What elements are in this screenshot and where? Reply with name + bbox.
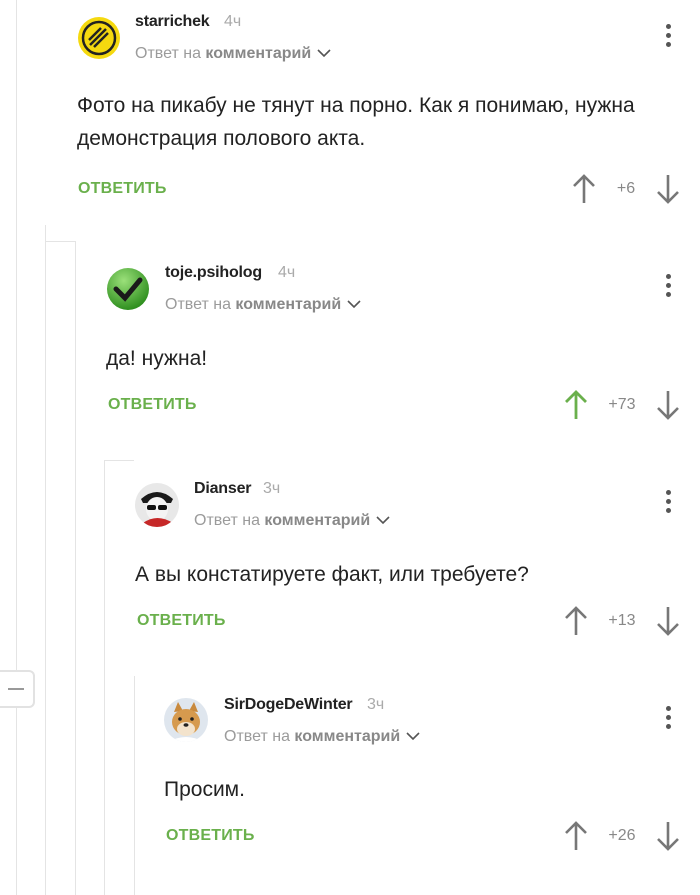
collapse-thread-button[interactable]	[0, 670, 35, 708]
more-options-icon[interactable]	[663, 490, 673, 518]
upvote-arrow-icon[interactable]	[564, 390, 588, 420]
more-options-icon[interactable]	[663, 24, 673, 52]
minus-icon	[8, 688, 24, 690]
comment-time: 3ч	[367, 696, 385, 713]
comment-text: Просим.	[164, 778, 245, 801]
chevron-down-icon	[347, 300, 361, 309]
downvote-arrow-icon[interactable]	[656, 821, 680, 851]
avatar[interactable]	[135, 483, 179, 527]
comment-text: да! нужна!	[106, 347, 208, 370]
upvote-arrow-icon[interactable]	[564, 821, 588, 851]
comment-time: 4ч	[278, 264, 296, 281]
downvote-arrow-icon[interactable]	[656, 174, 680, 204]
more-options-icon[interactable]	[663, 706, 673, 734]
reply-to-link[interactable]: Ответ на комментарий	[135, 45, 331, 63]
comment-rating: +26	[608, 827, 636, 844]
thread-line	[75, 241, 76, 895]
comment-time: 3ч	[263, 480, 281, 497]
user-photo-avatar	[135, 483, 179, 527]
avatar[interactable]	[77, 16, 121, 60]
username[interactable]: SirDogeDeWinter	[224, 696, 353, 714]
upvote-arrow-icon[interactable]	[564, 606, 588, 636]
downvote-arrow-icon[interactable]	[656, 606, 680, 636]
username[interactable]: starrichek	[135, 13, 210, 31]
username[interactable]: Dianser	[194, 480, 251, 498]
comment-rating: +13	[608, 612, 636, 629]
reply-to-link[interactable]: Ответ на комментарий	[165, 296, 361, 314]
reply-to-link[interactable]: Ответ на комментарий	[224, 728, 420, 746]
green-checkmark-icon	[107, 268, 149, 310]
downvote-arrow-icon[interactable]	[656, 390, 680, 420]
avatar[interactable]	[164, 698, 208, 742]
more-options-icon[interactable]	[663, 274, 673, 302]
thread-line	[134, 676, 135, 895]
thread-branch	[104, 460, 134, 461]
reply-to-link[interactable]: Ответ на комментарий	[194, 512, 390, 530]
reply-button[interactable]: ОТВЕТИТЬ	[108, 396, 197, 414]
reply-button[interactable]: ОТВЕТИТЬ	[78, 180, 167, 198]
thread-line	[104, 460, 105, 895]
slashed-circle-logo-icon	[78, 17, 120, 59]
comment-text: А вы констатируете факт, или требуете?	[135, 563, 529, 586]
chevron-down-icon	[376, 516, 390, 525]
thread-line	[16, 0, 17, 895]
username[interactable]: toje.psiholog	[165, 264, 262, 282]
avatar[interactable]	[106, 267, 150, 311]
thread-line	[45, 225, 46, 895]
upvote-arrow-icon[interactable]	[572, 174, 596, 204]
chevron-down-icon	[406, 732, 420, 741]
reply-button[interactable]: ОТВЕТИТЬ	[166, 827, 255, 845]
comment-time: 4ч	[224, 13, 242, 30]
chevron-down-icon	[317, 49, 331, 58]
thread-branch	[45, 241, 75, 242]
comment-rating: +73	[608, 396, 636, 413]
comment-rating: +6	[616, 180, 636, 197]
reply-button[interactable]: ОТВЕТИТЬ	[137, 612, 226, 630]
doge-photo-avatar	[164, 698, 208, 742]
comment-text: Фото на пикабу не тянут на порно. Как я …	[77, 94, 635, 150]
